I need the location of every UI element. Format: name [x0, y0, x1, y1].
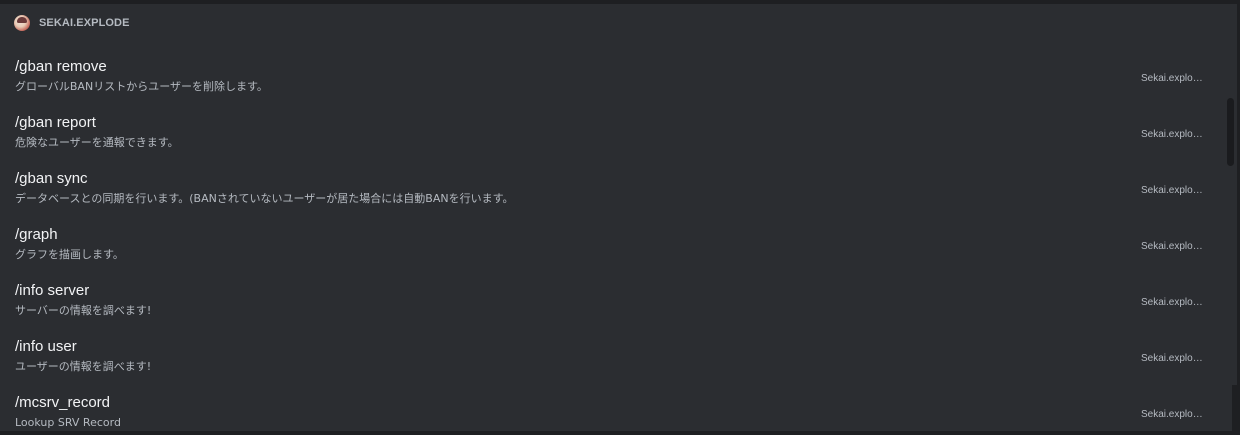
command-row-info-user[interactable]: /info user ユーザーの情報を調べます! Sekai.explo…: [0, 331, 1225, 387]
command-source: Sekai.explo…: [1141, 129, 1203, 140]
scrollbar-thumb[interactable]: [1227, 98, 1234, 166]
command-list: /gban remove グローバルBANリストからユーザーを削除します。 Se…: [0, 51, 1225, 431]
command-row-mcsrv-record[interactable]: /mcsrv_record Lookup SRV Record Sekai.ex…: [0, 387, 1225, 431]
command-description: グラフを描画します。: [15, 248, 124, 261]
command-source: Sekai.explo…: [1141, 353, 1203, 364]
command-description: サーバーの情報を調べます!: [15, 304, 152, 317]
app-section-header: SEKAI.EXPLODE: [14, 15, 130, 31]
command-row-gban-report[interactable]: /gban report 危険なユーザーを通報できます。 Sekai.explo…: [0, 107, 1225, 163]
command-row-gban-sync[interactable]: /gban sync データベースとの同期を行います。(BANされていないユーザ…: [0, 163, 1225, 219]
command-source: Sekai.explo…: [1141, 241, 1203, 252]
command-name: /info user: [15, 338, 77, 355]
command-name: /gban remove: [15, 58, 107, 75]
command-name: /gban report: [15, 114, 96, 131]
command-source: Sekai.explo…: [1141, 185, 1203, 196]
bot-avatar-icon: [14, 15, 30, 31]
command-description: データベースとの同期を行います。(BANされていないユーザーが居た場合には自動B…: [15, 192, 514, 205]
command-name: /graph: [15, 226, 58, 243]
command-source: Sekai.explo…: [1141, 73, 1203, 84]
command-source: Sekai.explo…: [1141, 297, 1203, 308]
command-description: 危険なユーザーを通報できます。: [15, 136, 179, 149]
window-bottom-border: [0, 431, 1240, 435]
command-description: グローバルBANリストからユーザーを削除します。: [15, 80, 268, 93]
command-autocomplete-panel: SEKAI.EXPLODE /gban remove グローバルBANリストから…: [0, 4, 1237, 431]
command-source: Sekai.explo…: [1141, 409, 1203, 420]
app-name: SEKAI.EXPLODE: [39, 17, 130, 29]
command-name: /gban sync: [15, 170, 88, 187]
command-description: Lookup SRV Record: [15, 416, 121, 429]
command-row-gban-remove[interactable]: /gban remove グローバルBANリストからユーザーを削除します。 Se…: [0, 51, 1225, 107]
command-row-graph[interactable]: /graph グラフを描画します。 Sekai.explo…: [0, 219, 1225, 275]
command-name: /info server: [15, 282, 90, 299]
command-name: /mcsrv_record: [15, 394, 111, 411]
command-row-info-server[interactable]: /info server サーバーの情報を調べます! Sekai.explo…: [0, 275, 1225, 331]
command-description: ユーザーの情報を調べます!: [15, 360, 152, 373]
